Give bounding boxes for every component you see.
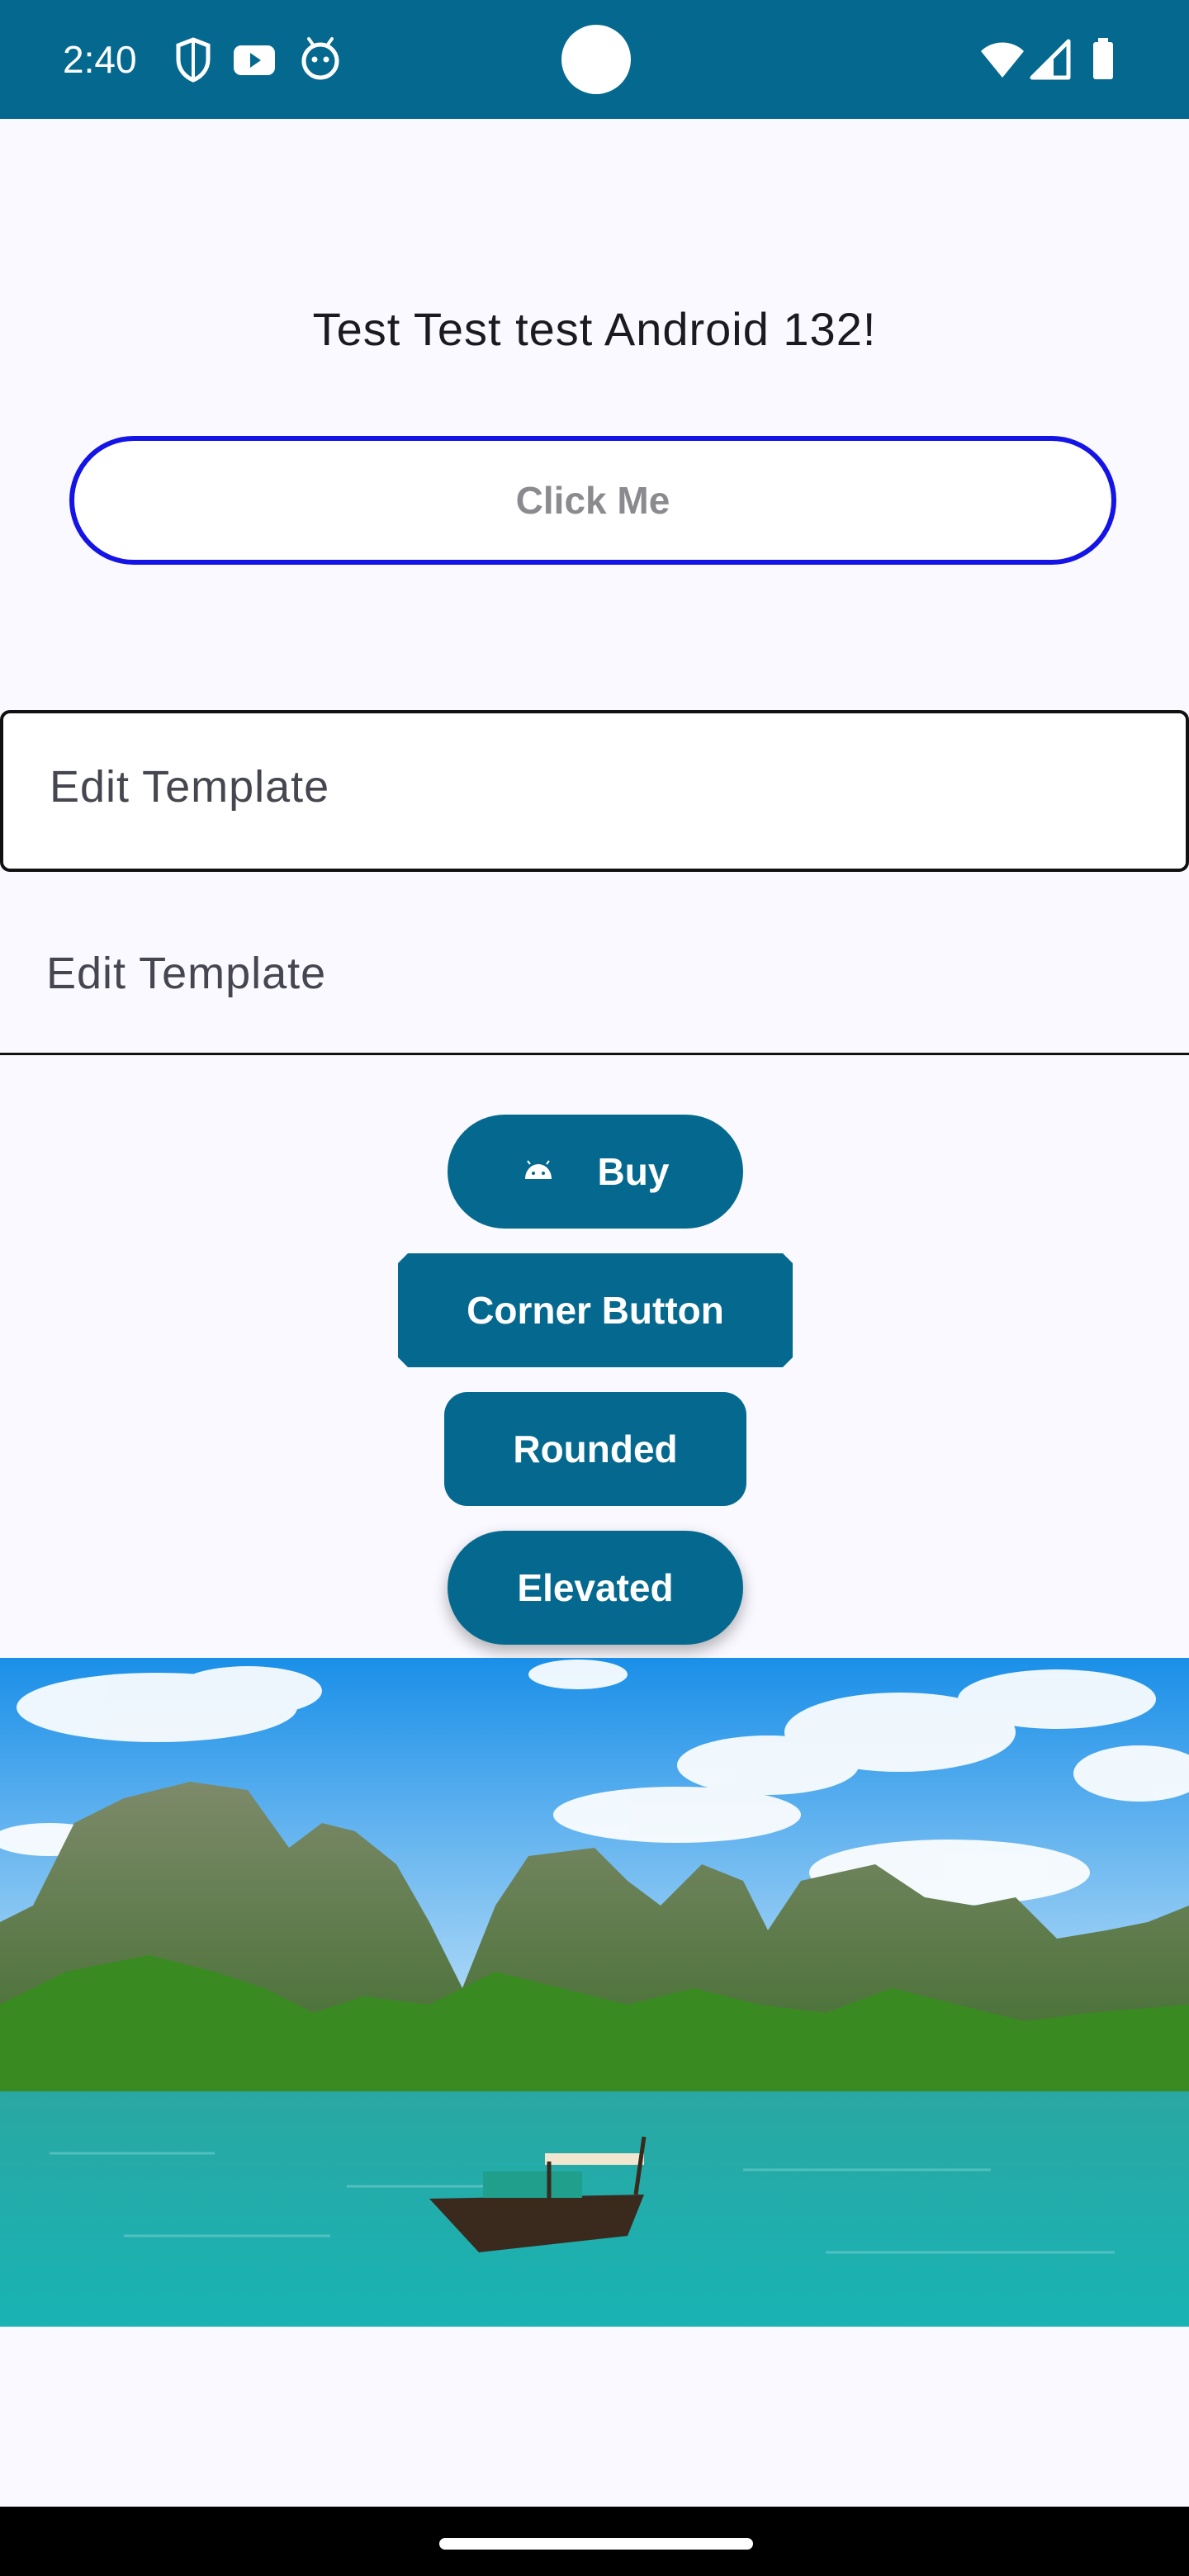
status-bar: 2:40 bbox=[0, 0, 1189, 119]
home-handle[interactable] bbox=[439, 2538, 753, 2550]
buy-label: Buy bbox=[597, 1150, 670, 1193]
youtube-icon bbox=[234, 45, 275, 75]
click-me-button[interactable]: Click Me bbox=[69, 436, 1116, 565]
shield-icon bbox=[176, 37, 211, 83]
wifi-icon bbox=[981, 42, 1024, 78]
cell-signal-icon bbox=[1030, 39, 1071, 80]
landscape-image bbox=[0, 1658, 1189, 2327]
outlined-field-value: Edit Template bbox=[50, 762, 330, 812]
elevated-button[interactable]: Elevated bbox=[448, 1531, 743, 1645]
buy-button[interactable]: Buy bbox=[448, 1115, 743, 1229]
underlined-text-field[interactable]: Edit Template bbox=[0, 893, 1189, 1055]
corner-button[interactable]: Corner Button bbox=[398, 1253, 793, 1367]
corner-button-label: Corner Button bbox=[467, 1289, 724, 1332]
rounded-button-label: Rounded bbox=[513, 1428, 678, 1470]
click-me-label: Click Me bbox=[515, 479, 670, 522]
outlined-text-field[interactable]: Edit Template bbox=[0, 710, 1189, 872]
battery-icon bbox=[1093, 38, 1113, 79]
front-camera bbox=[561, 25, 631, 94]
android-debug-icon bbox=[301, 37, 339, 80]
elevated-button-label: Elevated bbox=[517, 1566, 674, 1609]
greeting-text: Test Test test Android 132! bbox=[312, 303, 877, 355]
status-time: 2:40 bbox=[63, 38, 137, 81]
rounded-button[interactable]: Rounded bbox=[444, 1392, 746, 1506]
android-icon bbox=[524, 1160, 552, 1179]
navigation-bar bbox=[0, 2507, 1189, 2576]
underlined-field-value: Edit Template bbox=[46, 949, 327, 998]
